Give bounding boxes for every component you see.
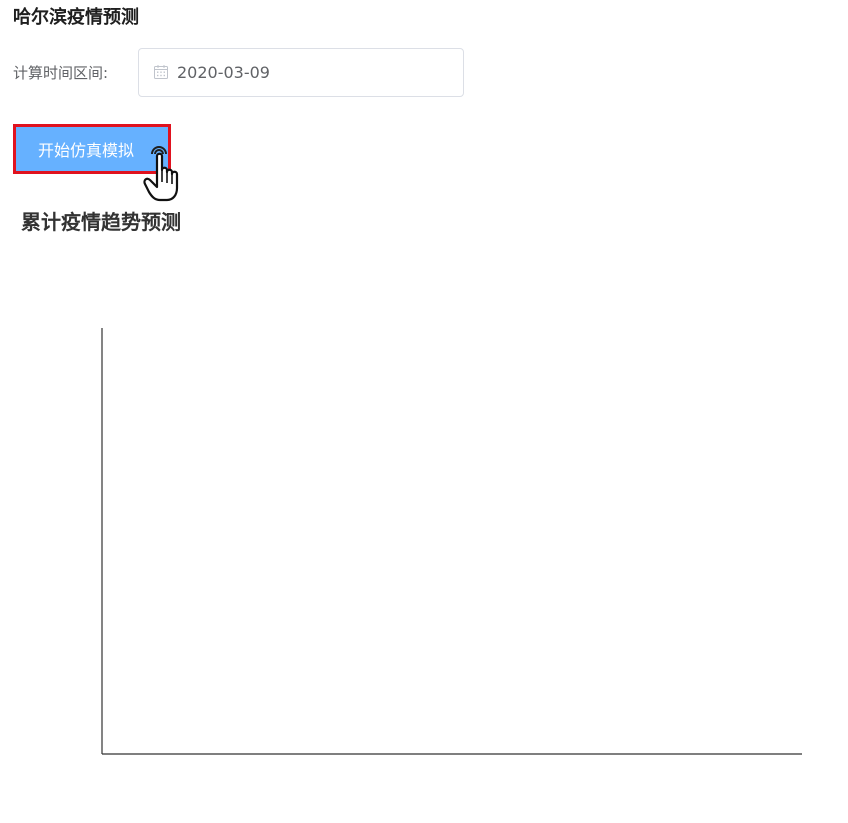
page-title: 哈尔滨疫情预测 (13, 7, 139, 28)
date-value: 2020-03-09 (177, 62, 270, 82)
date-picker-input[interactable]: 2020-03-09 (138, 47, 464, 97)
trend-chart (101, 328, 802, 755)
time-range-row: 计算时间区间: 2020-03-09 (13, 47, 464, 97)
time-range-label: 计算时间区间: (13, 63, 109, 82)
hand-pointer-cursor-icon (143, 146, 179, 202)
calendar-icon (154, 65, 168, 79)
chart-title: 累计疫情趋势预测 (21, 210, 181, 234)
